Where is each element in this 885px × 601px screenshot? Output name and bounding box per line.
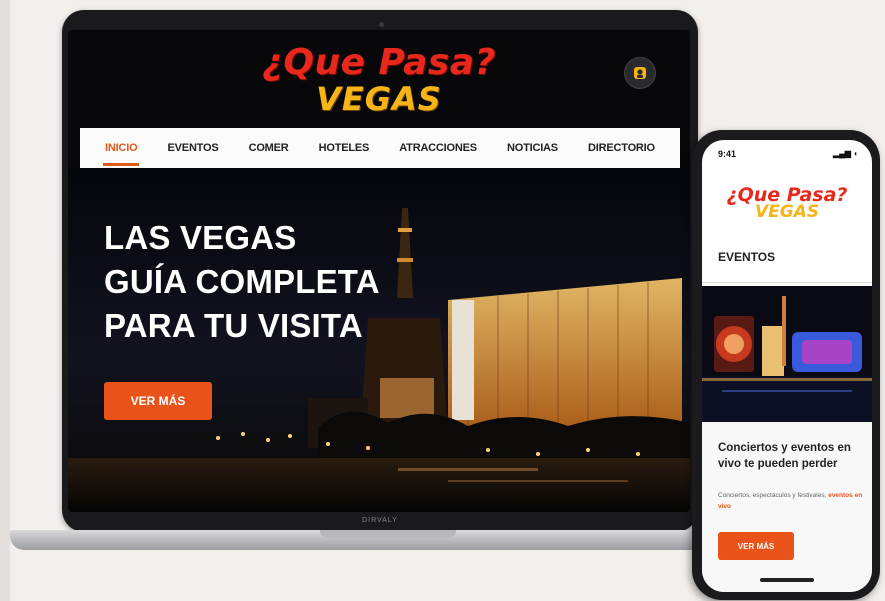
laptop-notch: [320, 530, 456, 538]
logo-line2: VEGAS: [316, 80, 442, 118]
logo-line1: ¿Que Pasa?: [261, 42, 497, 83]
home-indicator: [760, 578, 814, 582]
event-card-title: Conciertos y eventos en vivo te pueden p…: [718, 442, 851, 470]
phone-screen: 9:41 ▂▄▆ ◖ ¿Que Pasa? VEGAS EVENTOS Conc…: [702, 140, 872, 592]
card-body-text: Conciertos, espectáculos y festivales,: [718, 492, 827, 499]
hero-line-2: GUÍA COMPLETA: [104, 263, 380, 300]
nav-item-noticias[interactable]: NOTICIAS: [505, 142, 560, 154]
phone-logo-line2: VEGAS: [754, 202, 820, 222]
divider: [702, 282, 872, 283]
laptop-brand-label: DIRVALY: [362, 517, 398, 524]
laptop-screen: ¿Que Pasa? VEGAS INICIO EVENTOS COMER HO…: [68, 30, 690, 512]
nav-item-comer[interactable]: COMER: [247, 142, 291, 154]
ver-mas-button[interactable]: VER MÁS: [104, 382, 212, 420]
device-mockup-scene: ¿Que Pasa? VEGAS INICIO EVENTOS COMER HO…: [0, 0, 885, 601]
nav-item-inicio[interactable]: INICIO: [103, 142, 140, 166]
status-time: 9:41: [718, 149, 737, 159]
nav-item-directorio[interactable]: DIRECTORIO: [586, 142, 657, 154]
phone-ver-mas-button[interactable]: VER MÁS: [718, 532, 794, 560]
status-icons: ▂▄▆ ◖: [832, 149, 858, 158]
main-nav: INICIO EVENTOS COMER HOTELES ATRACCIONES…: [80, 128, 680, 168]
hero-line-1: LAS VEGAS: [104, 219, 297, 256]
user-button[interactable]: [625, 58, 655, 88]
event-image: [702, 286, 872, 422]
background-edge: [0, 0, 10, 601]
user-icon: [634, 67, 646, 79]
nav-item-hoteles[interactable]: HOTELES: [317, 142, 372, 154]
nav-item-eventos[interactable]: EVENTOS: [166, 142, 221, 154]
hero-line-3: PARA TU VISITA: [104, 307, 363, 344]
phone-section-title: EVENTOS: [718, 250, 776, 264]
nav-item-atracciones[interactable]: ATRACCIONES: [397, 142, 479, 154]
event-card-body: Conciertos, espectáculos y festivales, e…: [718, 490, 868, 512]
hero-heading: LAS VEGAS GUÍA COMPLETA PARA TU VISITA: [104, 216, 380, 348]
camera-icon: [379, 22, 384, 27]
